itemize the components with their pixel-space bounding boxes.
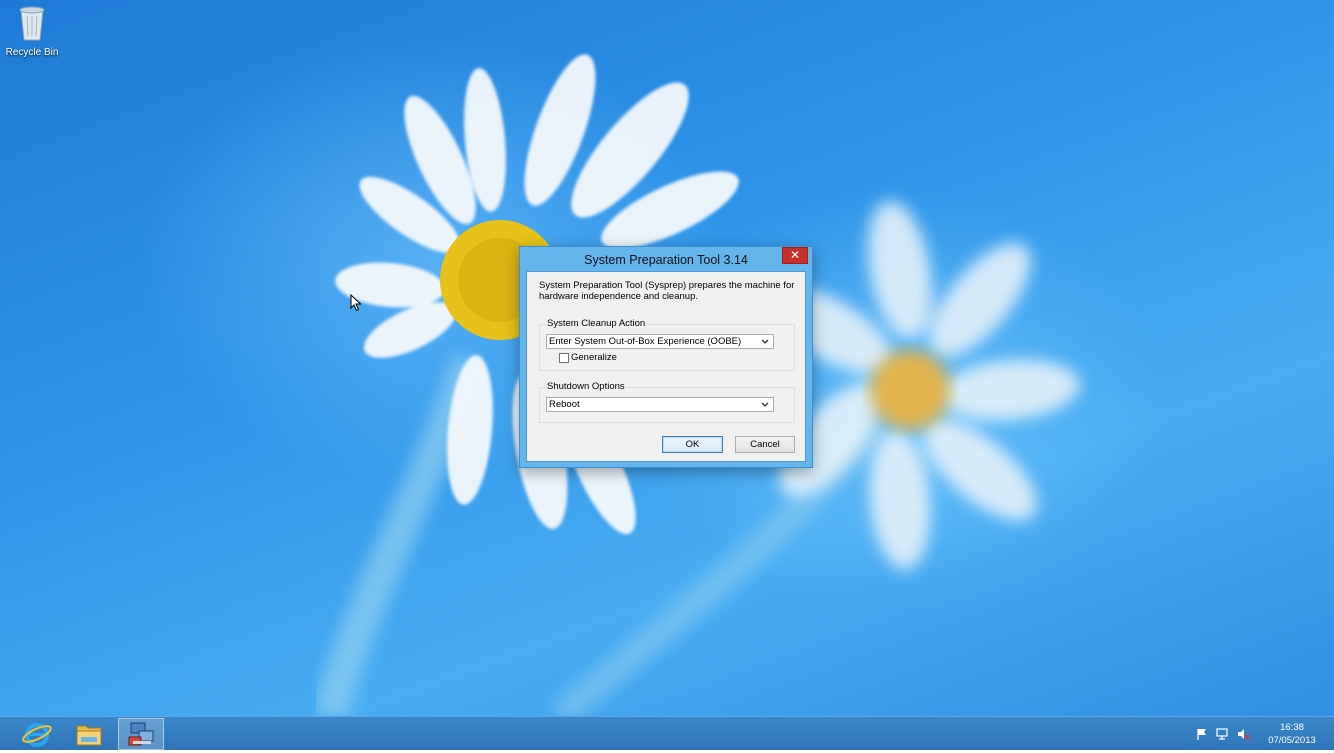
mouse-cursor-icon: [350, 294, 362, 312]
internet-explorer-icon: [22, 723, 52, 747]
dialog-title: System Preparation Tool 3.14: [584, 253, 748, 267]
taskbar-item-sysprep[interactable]: [118, 718, 164, 750]
taskbar: 16:38 07/05/2013: [0, 716, 1334, 750]
folder-icon: [76, 725, 102, 746]
recycle-bin-label: Recycle Bin: [5, 47, 59, 58]
shutdown-options-label: Shutdown Options: [546, 381, 626, 393]
generalize-label[interactable]: Generalize: [571, 352, 617, 364]
action-center-flag-icon[interactable]: [1195, 727, 1209, 741]
cleanup-action-value: Enter System Out-of-Box Experience (OOBE…: [549, 336, 742, 347]
generalize-checkbox[interactable]: [559, 353, 569, 363]
cancel-button[interactable]: Cancel: [735, 436, 795, 453]
shutdown-options-group: Shutdown Options Reboot: [539, 381, 795, 423]
ok-button[interactable]: OK: [662, 436, 723, 453]
shutdown-options-dropdown[interactable]: Reboot: [546, 397, 774, 412]
close-icon: ✕: [789, 248, 801, 262]
recycle-bin-icon: [19, 6, 45, 41]
cleanup-action-group: System Cleanup Action Enter System Out-o…: [539, 318, 795, 371]
desktop-wallpaper: Recycle Bin System Preparation Tool 3.14…: [0, 0, 1334, 716]
desktop-icon-recycle-bin[interactable]: Recycle Bin: [2, 4, 62, 59]
shutdown-options-value: Reboot: [549, 399, 580, 410]
taskbar-clock[interactable]: 16:38 07/05/2013: [1262, 721, 1322, 747]
chevron-down-icon: [761, 402, 769, 407]
sysprep-dialog: System Preparation Tool 3.14 ✕ System Pr…: [519, 246, 813, 468]
close-button[interactable]: ✕: [782, 247, 808, 264]
volume-muted-icon[interactable]: [1236, 727, 1250, 741]
cleanup-action-dropdown[interactable]: Enter System Out-of-Box Experience (OOBE…: [546, 334, 774, 349]
clock-date: 07/05/2013: [1268, 735, 1316, 746]
network-icon[interactable]: [1215, 727, 1229, 741]
dialog-description: System Preparation Tool (Sysprep) prepar…: [539, 280, 795, 302]
clock-time: 16:38: [1280, 722, 1304, 733]
chevron-down-icon: [761, 339, 769, 344]
sysprep-icon: [128, 722, 154, 746]
taskbar-item-internet-explorer[interactable]: [14, 718, 60, 750]
dialog-client-area: System Preparation Tool (Sysprep) prepar…: [526, 271, 806, 462]
taskbar-item-file-explorer[interactable]: [66, 718, 112, 750]
cleanup-action-label: System Cleanup Action: [546, 318, 647, 330]
